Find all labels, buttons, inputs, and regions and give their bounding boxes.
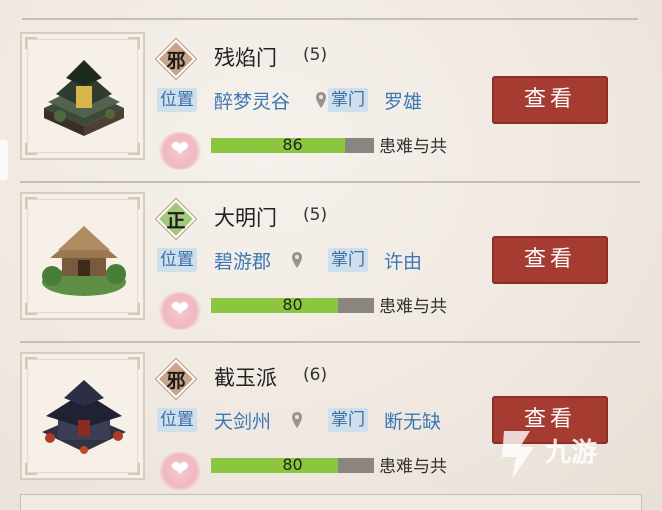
relation-heart-icon: ❤ xyxy=(157,452,203,490)
leader-value: 许由 xyxy=(384,251,423,273)
view-button[interactable]: 查看 xyxy=(492,236,608,284)
relation-heart-icon: ❤ xyxy=(157,292,203,330)
sect-thumbnail xyxy=(20,192,145,320)
sect-thumbnail xyxy=(20,32,145,160)
relation-bar: 80 xyxy=(211,295,374,314)
watermark-text: 九游 xyxy=(545,438,598,468)
relation-value: 80 xyxy=(282,295,303,314)
alignment-badge: 邪 xyxy=(156,39,196,79)
location-label: 位置 xyxy=(157,88,197,112)
leader-label: 掌门 xyxy=(328,248,368,272)
relation-status: 患难与共 xyxy=(379,137,447,157)
location-label: 位置 xyxy=(157,248,197,272)
location-pin-icon xyxy=(292,252,302,268)
sect-card: 邪 残焰门 (5) 位置 醉梦灵谷 掌门 罗雄 ❤ 86 患难与共 查看 xyxy=(20,20,640,183)
relation-status: 患难与共 xyxy=(379,297,447,317)
location-value: 醉梦灵谷 xyxy=(214,91,291,113)
sect-card: 正 大明门 (5) 位置 碧游郡 掌门 许由 ❤ 80 患难与共 查看 xyxy=(20,180,640,343)
leader-value: 断无缺 xyxy=(384,411,442,433)
sect-member-count: (5) xyxy=(303,45,328,65)
building-icon xyxy=(44,60,124,136)
location-value: 碧游郡 xyxy=(214,251,272,273)
leader-label: 掌门 xyxy=(328,88,368,112)
side-handle[interactable] xyxy=(0,140,8,180)
location-label: 位置 xyxy=(157,408,197,432)
relation-bar: 80 xyxy=(211,455,374,474)
relation-status: 患难与共 xyxy=(379,457,447,477)
sect-name: 残焰门 xyxy=(214,46,277,70)
alignment-badge: 正 xyxy=(156,199,196,239)
sect-member-count: (6) xyxy=(303,365,328,385)
building-icon xyxy=(42,380,126,454)
view-button[interactable]: 查看 xyxy=(492,76,608,124)
leader-value: 罗雄 xyxy=(384,91,423,113)
building-icon xyxy=(42,226,126,296)
relation-bar: 86 xyxy=(211,135,374,154)
relation-value: 86 xyxy=(282,135,303,154)
next-card-edge xyxy=(20,494,642,510)
location-value: 天剑州 xyxy=(214,411,272,433)
sect-member-count: (5) xyxy=(303,205,328,225)
relation-heart-icon: ❤ xyxy=(157,132,203,170)
alignment-badge: 邪 xyxy=(156,359,196,399)
sect-name: 截玉派 xyxy=(214,366,277,390)
location-pin-icon xyxy=(316,92,326,108)
leader-label: 掌门 xyxy=(328,408,368,432)
sect-thumbnail xyxy=(20,352,145,480)
relation-value: 80 xyxy=(282,455,303,474)
sect-name: 大明门 xyxy=(214,206,277,230)
location-pin-icon xyxy=(292,412,302,428)
